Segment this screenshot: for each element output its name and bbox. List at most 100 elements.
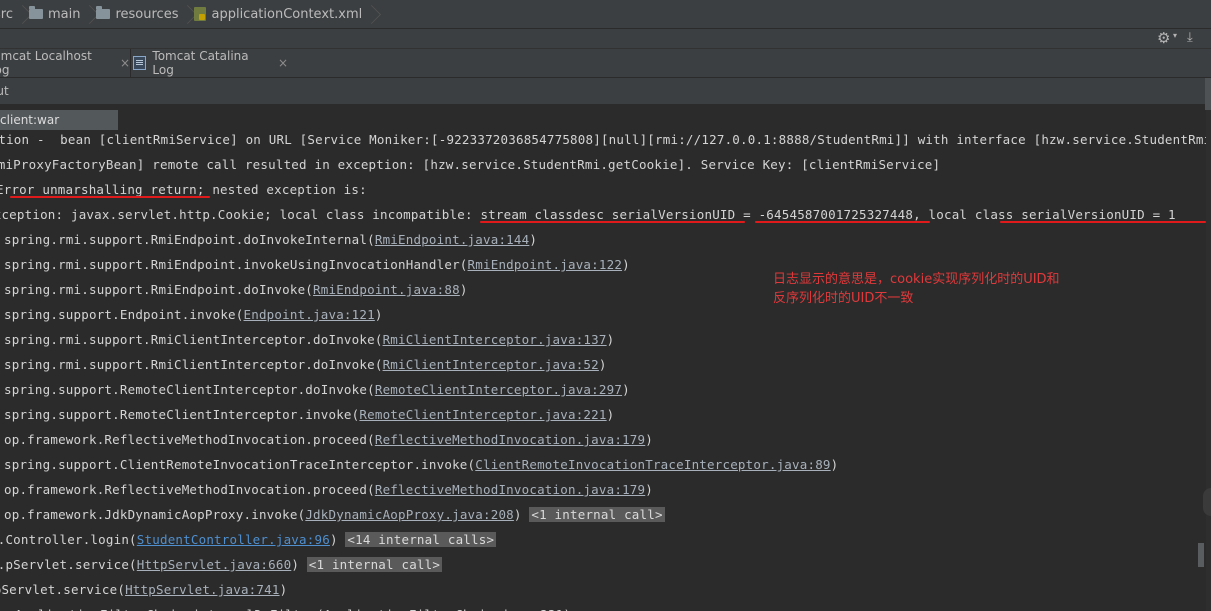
stack-trace-link[interactable]: ReflectiveMethodInvocation.java:179 <box>375 482 645 497</box>
console-text: Error unmarshalling return; nested excep… <box>0 182 367 197</box>
stack-trace-link[interactable]: ReflectiveMethodInvocation.java:179 <box>375 432 645 447</box>
internal-calls-fold[interactable]: <14 internal calls> <box>345 532 497 547</box>
console-text: t.Controller.login( <box>0 532 137 547</box>
console-line: spring.support.RemoteClientInterceptor.d… <box>4 380 630 400</box>
console-line: op.framework.ReflectiveMethodInvocation.… <box>4 480 653 500</box>
console-line: op.framework.ReflectiveMethodInvocation.… <box>4 430 653 450</box>
tool-strip: ⚙ ▾ ⤓ <box>0 29 1211 49</box>
console-line: spring.rmi.support.RmiClientInterceptor.… <box>4 330 614 350</box>
console-text: ) <box>513 507 530 522</box>
stack-trace-link[interactable]: JdkDynamicAopProxy.java:208 <box>305 507 514 522</box>
breadcrumb-item-resources[interactable]: resources <box>96 0 194 29</box>
console-text: Invocation - bean [clientRmiService] on … <box>0 132 1206 147</box>
internal-calls-fold[interactable]: <1 internal call> <box>306 557 443 572</box>
annotation-underline <box>1000 221 1206 223</box>
console-text: spring.rmi.support.RmiEndpoint.doInvokeI… <box>4 232 375 247</box>
console-text: ) <box>291 557 307 572</box>
scrollbar-thumb[interactable] <box>1198 543 1204 567</box>
console-line: Invocation - bean [clientRmiService] on … <box>0 130 1206 150</box>
right-edge <box>1206 110 1211 611</box>
console-text: ) <box>529 232 538 247</box>
annotation-line: 反序列化时的UID不一致 <box>773 291 914 306</box>
stack-trace-link[interactable]: RemoteClientInterceptor.java:297 <box>375 382 622 397</box>
console-line: t.Controller.login(StudentController.jav… <box>0 530 497 550</box>
stack-trace-link[interactable]: RemoteClientInterceptor.java:221 <box>359 407 606 422</box>
console-text: spring.support.ClientRemoteInvocationTra… <box>4 457 476 472</box>
console-text: t.pServlet.service( <box>0 557 137 572</box>
console-text: spring.rmi.support.RmiEndpoint.invokeUsi… <box>4 257 468 272</box>
folder-icon <box>96 6 111 19</box>
console-text: op.framework.ReflectiveMethodInvocation.… <box>4 482 375 497</box>
console-text: ) <box>645 482 653 497</box>
console-text: spring.rmi.support.RmiClientInterceptor.… <box>4 357 383 372</box>
chevron-right-icon <box>178 0 188 29</box>
folder-icon <box>28 6 43 19</box>
panel-title: Output <box>0 84 9 98</box>
xml-file-icon <box>194 7 207 21</box>
stack-trace-link[interactable]: RmiClientInterceptor.java:137 <box>383 332 607 347</box>
breadcrumb-label: resources <box>115 6 179 22</box>
stack-trace-link[interactable]: RmiClientInterceptor.java:52 <box>383 357 599 372</box>
console-line: spring.rmi.support.RmiClientInterceptor.… <box>4 355 607 375</box>
chevron-down-icon[interactable]: ▾ <box>1173 31 1177 40</box>
console-line: op.framework.JdkDynamicAopProxy.invoke(J… <box>4 505 665 525</box>
close-icon[interactable]: × <box>120 56 130 70</box>
collapsed-panel-tab[interactable] <box>1203 488 1211 516</box>
server-artifact-label[interactable]: hzw-client:war exploded <box>0 110 118 147</box>
console-text: RmiProxyFactoryBean] remote call resulte… <box>0 157 941 172</box>
console-text: ) <box>622 382 630 397</box>
close-icon[interactable]: × <box>278 56 288 70</box>
console-text: spring.rmi.support.RmiClientInterceptor.… <box>4 332 383 347</box>
console-line: pServlet.service(HttpServlet.java:741) <box>0 580 287 600</box>
console-text: ) <box>622 257 630 272</box>
console-text: op.framework.JdkDynamicAopProxy.invoke( <box>4 507 306 522</box>
breadcrumb-label: applicationContext.xml <box>211 6 363 22</box>
chevron-right-icon <box>362 0 372 29</box>
console-text: pServlet.service( <box>0 582 126 597</box>
console-line: RmiProxyFactoryBean] remote call resulte… <box>0 155 940 175</box>
tab-tomcat-catalina-log[interactable]: Tomcat Catalina Log × <box>133 49 288 77</box>
console-output[interactable]: Invocation - bean [clientRmiService] on … <box>0 130 1206 611</box>
console-text: ) <box>329 532 346 547</box>
console-line: spring.support.RemoteClientInterceptor.i… <box>4 405 614 425</box>
console-text: spring.rmi.support.RmiEndpoint.doInvoke( <box>4 282 314 297</box>
tab-label: Tomcat Catalina Log <box>152 49 249 77</box>
breadcrumb-item-src[interactable]: src <box>0 0 29 29</box>
stack-trace-link[interactable]: HttpServlet.java:660 <box>137 557 292 572</box>
stack-trace-link[interactable]: ClientRemoteInvocationTraceInterceptor.j… <box>475 457 830 472</box>
stack-trace-link[interactable]: StudentController.java:96 <box>137 532 330 547</box>
stack-trace-link[interactable]: RmiEndpoint.java:88 <box>313 282 460 297</box>
stack-trace-link[interactable]: RmiEndpoint.java:144 <box>375 232 530 247</box>
console-text: ) <box>606 332 615 347</box>
console-text: ) <box>830 457 839 472</box>
stack-trace-link[interactable]: RmiEndpoint.java:122 <box>468 257 623 272</box>
console-text: ) <box>598 357 607 372</box>
stack-trace-link[interactable]: HttpServlet.java:741 <box>125 582 280 597</box>
console-text: op.framework.ReflectiveMethodInvocation.… <box>4 432 375 447</box>
breadcrumb: src main resources applicationContext.xm… <box>0 0 1211 29</box>
annotation-line: 日志显示的意思是，cookie实现序列化时的UID和 <box>773 272 1060 287</box>
console-text: ) <box>606 407 615 422</box>
panel-edge <box>1205 78 1211 110</box>
breadcrumb-item-main[interactable]: main <box>28 0 96 29</box>
chevron-right-icon <box>80 0 90 29</box>
console-text: ) <box>374 307 383 322</box>
console-line: spring.rmi.support.RmiEndpoint.doInvoke(… <box>4 280 468 300</box>
console-text: spring.support.Endpoint.invoke( <box>4 307 244 322</box>
console-line: spring.support.Endpoint.invoke(Endpoint.… <box>4 305 383 325</box>
breadcrumb-item-applicationcontext[interactable]: applicationContext.xml <box>194 0 378 29</box>
tab-label: Tomcat Localhost Log <box>0 49 92 77</box>
console-text: spring.support.RemoteClientInterceptor.i… <box>4 407 360 422</box>
chevron-right-icon <box>13 0 23 29</box>
console-line: t.pServlet.service(HttpServlet.java:660)… <box>0 555 443 575</box>
console-text: spring.support.RemoteClientInterceptor.d… <box>4 382 375 397</box>
breadcrumb-label: main <box>47 6 81 22</box>
console-line: spring.rmi.support.RmiEndpoint.invokeUsi… <box>4 255 630 275</box>
download-icon[interactable]: ⤓ <box>1187 30 1193 45</box>
console-text: exception: javax.servlet.http.Cookie; lo… <box>0 207 1176 222</box>
annotation-note: 日志显示的意思是，cookie实现序列化时的UID和 反序列化时的UID不一致 <box>773 270 1153 308</box>
internal-calls-fold[interactable]: <1 internal call> <box>529 507 665 522</box>
stack-trace-link[interactable]: Endpoint.java:121 <box>244 307 375 322</box>
tab-tomcat-localhost-log[interactable]: Tomcat Localhost Log × <box>0 49 131 77</box>
output-panel-header: Output <box>0 78 1211 105</box>
